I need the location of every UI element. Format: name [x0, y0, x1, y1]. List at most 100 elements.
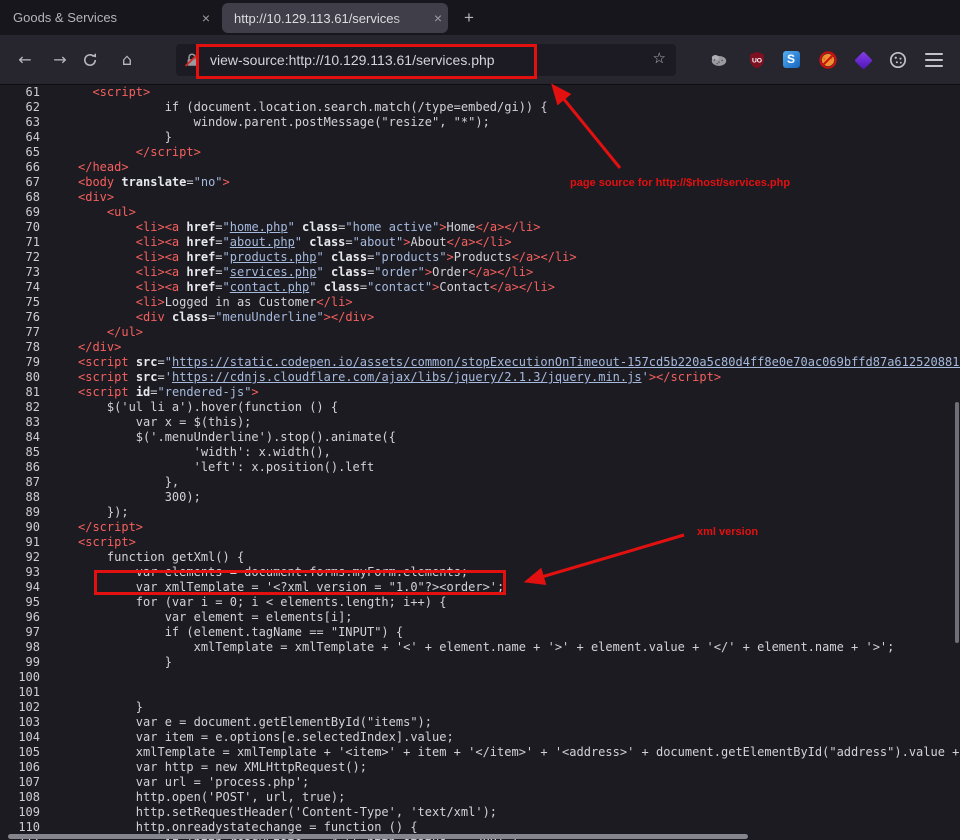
- code-line: 104 var item = e.options[e.selectedIndex…: [0, 730, 960, 745]
- line-number: 65: [0, 145, 40, 160]
- url-bar[interactable]: view-source:http://10.129.113.61/service…: [176, 44, 676, 76]
- code-line: 65 </script>: [0, 145, 960, 160]
- code-line: 63 window.parent.postMessage("resize", "…: [0, 115, 960, 130]
- bookmark-star-icon[interactable]: ☆: [653, 49, 666, 67]
- code-line: 83 var x = $(this);: [0, 415, 960, 430]
- reload-icon[interactable]: [79, 48, 101, 72]
- code-line: 94 var xmlTemplate = '<?xml version = "1…: [0, 580, 960, 595]
- url-text[interactable]: view-source:http://10.129.113.61/service…: [210, 52, 495, 68]
- code-line: 108 http.open('POST', url, true);: [0, 790, 960, 805]
- line-number: 94: [0, 580, 40, 595]
- code-line: 84 $('.menuUnderline').stop().animate({: [0, 430, 960, 445]
- tab-close-icon[interactable]: ×: [196, 10, 216, 26]
- code-line: 87 },: [0, 475, 960, 490]
- line-number: 101: [0, 685, 40, 700]
- line-number: 68: [0, 190, 40, 205]
- tab-title: Goods & Services: [13, 10, 196, 25]
- line-number: 64: [0, 130, 40, 145]
- code-line: 86 'left': x.position().left: [0, 460, 960, 475]
- forward-icon[interactable]: →: [49, 48, 71, 72]
- line-number: 83: [0, 415, 40, 430]
- source-link[interactable]: home.php: [230, 220, 288, 234]
- vertical-scrollbar-thumb[interactable]: [955, 402, 959, 643]
- source-link[interactable]: https://cdnjs.cloudflare.com/ajax/libs/j…: [172, 370, 642, 384]
- back-icon[interactable]: ←: [14, 48, 36, 72]
- code-line: 80<script src='https://cdnjs.cloudflare.…: [0, 370, 960, 385]
- code-line: 103 var e = document.getElementById("ite…: [0, 715, 960, 730]
- ublock-origin-icon[interactable]: UO: [748, 51, 766, 69]
- code-line: 102 }: [0, 700, 960, 715]
- shodan-extension-icon[interactable]: S: [782, 51, 800, 69]
- source-link[interactable]: products.php: [230, 250, 317, 264]
- menu-hamburger-icon[interactable]: [925, 53, 943, 67]
- code-line: 106 var http = new XMLHttpRequest();: [0, 760, 960, 775]
- code-line: 93 var elements = document.forms.myForm.…: [0, 565, 960, 580]
- line-number: 62: [0, 100, 40, 115]
- line-number: 95: [0, 595, 40, 610]
- line-number: 91: [0, 535, 40, 550]
- source-link[interactable]: contact.php: [230, 280, 309, 294]
- line-number: 77: [0, 325, 40, 340]
- home-icon[interactable]: ⌂: [116, 48, 138, 72]
- code-line: 101: [0, 685, 960, 700]
- code-line: 105 xmlTemplate = xmlTemplate + '<item>'…: [0, 745, 960, 760]
- code-line: 90</script>: [0, 520, 960, 535]
- line-number: 92: [0, 550, 40, 565]
- line-number: 85: [0, 445, 40, 460]
- line-number: 70: [0, 220, 40, 235]
- tab-title: http://10.129.113.61/services: [234, 11, 428, 26]
- gecko-extension-icon[interactable]: [710, 51, 728, 69]
- tab-goods-services[interactable]: Goods & Services ×: [0, 0, 216, 35]
- line-number: 102: [0, 700, 40, 715]
- wappalyzer-extension-icon[interactable]: [854, 51, 872, 69]
- line-number: 96: [0, 610, 40, 625]
- line-number: 90: [0, 520, 40, 535]
- line-number: 72: [0, 250, 40, 265]
- horizontal-scrollbar-thumb[interactable]: [8, 834, 748, 839]
- code-line: 98 xmlTemplate = xmlTemplate + '<' + ele…: [0, 640, 960, 655]
- line-number: 84: [0, 430, 40, 445]
- line-number: 98: [0, 640, 40, 655]
- code-line: 96 var element = elements[i];: [0, 610, 960, 625]
- tab-bar: Goods & Services × http://10.129.113.61/…: [0, 0, 960, 35]
- cookie-extension-icon[interactable]: [889, 51, 907, 69]
- source-link[interactable]: services.php: [230, 265, 317, 279]
- code-line: 79<script src="https://static.codepen.io…: [0, 355, 960, 370]
- line-number: 75: [0, 295, 40, 310]
- tab-services-php[interactable]: http://10.129.113.61/services ×: [222, 3, 448, 33]
- code-line: 66</head>: [0, 160, 960, 175]
- line-number: 63: [0, 115, 40, 130]
- insecure-lock-icon: [184, 52, 200, 68]
- code-line: 92 function getXml() {: [0, 550, 960, 565]
- line-number: 105: [0, 745, 40, 760]
- line-number: 107: [0, 775, 40, 790]
- code-line: 82 $('ul li a').hover(function () {: [0, 400, 960, 415]
- line-number: 106: [0, 760, 40, 775]
- line-number: 81: [0, 385, 40, 400]
- source-link[interactable]: about.php: [230, 235, 295, 249]
- tab-close-icon[interactable]: ×: [428, 10, 448, 26]
- code-line: 78</div>: [0, 340, 960, 355]
- code-line: 110 http.onreadystatechange = function (…: [0, 820, 960, 835]
- line-number: 76: [0, 310, 40, 325]
- svg-text:UO: UO: [752, 57, 762, 64]
- line-number: 67: [0, 175, 40, 190]
- line-number: 71: [0, 235, 40, 250]
- line-number: 108: [0, 790, 40, 805]
- new-tab-button[interactable]: +: [456, 5, 482, 31]
- code-line: 100: [0, 670, 960, 685]
- line-number: 78: [0, 340, 40, 355]
- line-number: 89: [0, 505, 40, 520]
- source-link[interactable]: https://static.codepen.io/assets/common/…: [172, 355, 960, 369]
- line-number: 110: [0, 820, 40, 835]
- code-line: 67<body translate="no">: [0, 175, 960, 190]
- code-line: 99 }: [0, 655, 960, 670]
- code-line: 69 <ul>: [0, 205, 960, 220]
- disabled-fox-icon[interactable]: [819, 51, 837, 69]
- code-line: 97 if (element.tagName == "INPUT") {: [0, 625, 960, 640]
- code-line: 81<script id="rendered-js">: [0, 385, 960, 400]
- line-number: 109: [0, 805, 40, 820]
- line-number: 100: [0, 670, 40, 685]
- line-number: 80: [0, 370, 40, 385]
- line-number: 69: [0, 205, 40, 220]
